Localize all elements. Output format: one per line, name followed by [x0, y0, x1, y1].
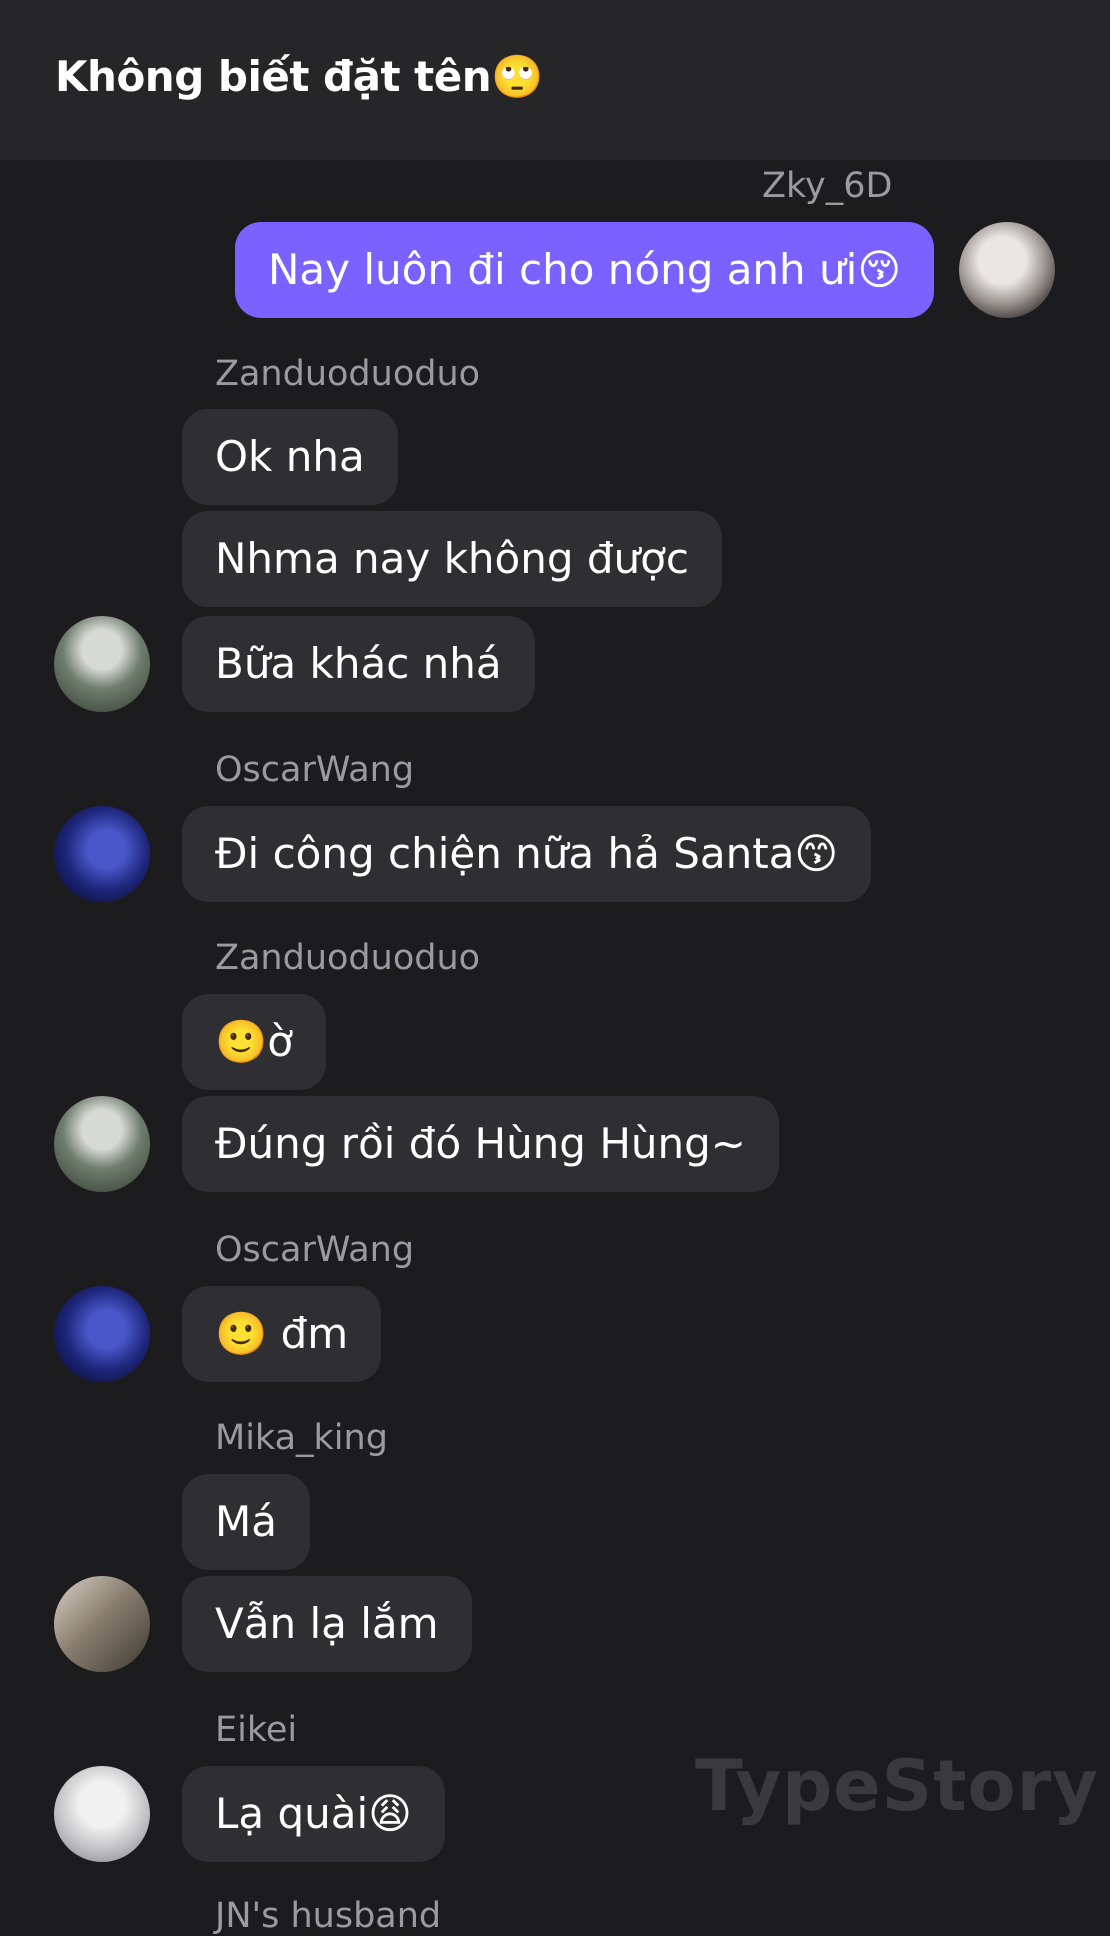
sender-name: Zanduoduoduo — [215, 354, 481, 394]
sender-name: Zky_6D — [762, 166, 893, 206]
sender-name: OscarWang — [215, 1230, 415, 1270]
typestory-watermark: TypeStory — [695, 1745, 1099, 1827]
message-bubble[interactable]: Vẫn lạ lắm — [182, 1576, 472, 1672]
chat-title: Không biết đặt tên🙄 — [55, 52, 543, 101]
oscarwang-avatar[interactable] — [54, 1286, 150, 1382]
zanduoduoduo-avatar[interactable] — [54, 616, 150, 712]
message-bubble[interactable]: 🙂ờ — [182, 994, 326, 1090]
message-bubble-own[interactable]: Nay luôn đi cho nóng anh ưi😚 — [235, 222, 935, 318]
sender-name: Eikei — [215, 1710, 298, 1750]
oscarwang-avatar[interactable] — [54, 806, 150, 902]
eikei-avatar[interactable] — [54, 1766, 150, 1862]
zky-avatar[interactable] — [959, 222, 1055, 318]
message-bubble[interactable]: Má — [182, 1474, 310, 1570]
message-bubble[interactable]: Đúng rồi đó Hùng Hùng~ — [182, 1096, 779, 1192]
message-bubble[interactable]: Bữa khác nhá — [182, 616, 535, 712]
sender-name: OscarWang — [215, 750, 415, 790]
zanduoduoduo-avatar[interactable] — [54, 1096, 150, 1192]
mika-king-avatar[interactable] — [54, 1576, 150, 1672]
sender-name: Zanduoduoduo — [215, 938, 481, 978]
message-bubble[interactable]: 🙂 đm — [182, 1286, 382, 1382]
message-bubble[interactable]: Đi công chiện nữa hả Santa😙 — [182, 806, 872, 902]
chat-header: Không biết đặt tên🙄 — [0, 0, 1110, 160]
sender-name: JN's husband — [215, 1896, 442, 1936]
sender-name: Mika_king — [215, 1418, 388, 1458]
message-bubble[interactable]: Lạ quài😩 — [182, 1766, 445, 1862]
message-bubble[interactable]: Nhma nay không được — [182, 511, 722, 607]
message-bubble[interactable]: Ok nha — [182, 409, 398, 505]
